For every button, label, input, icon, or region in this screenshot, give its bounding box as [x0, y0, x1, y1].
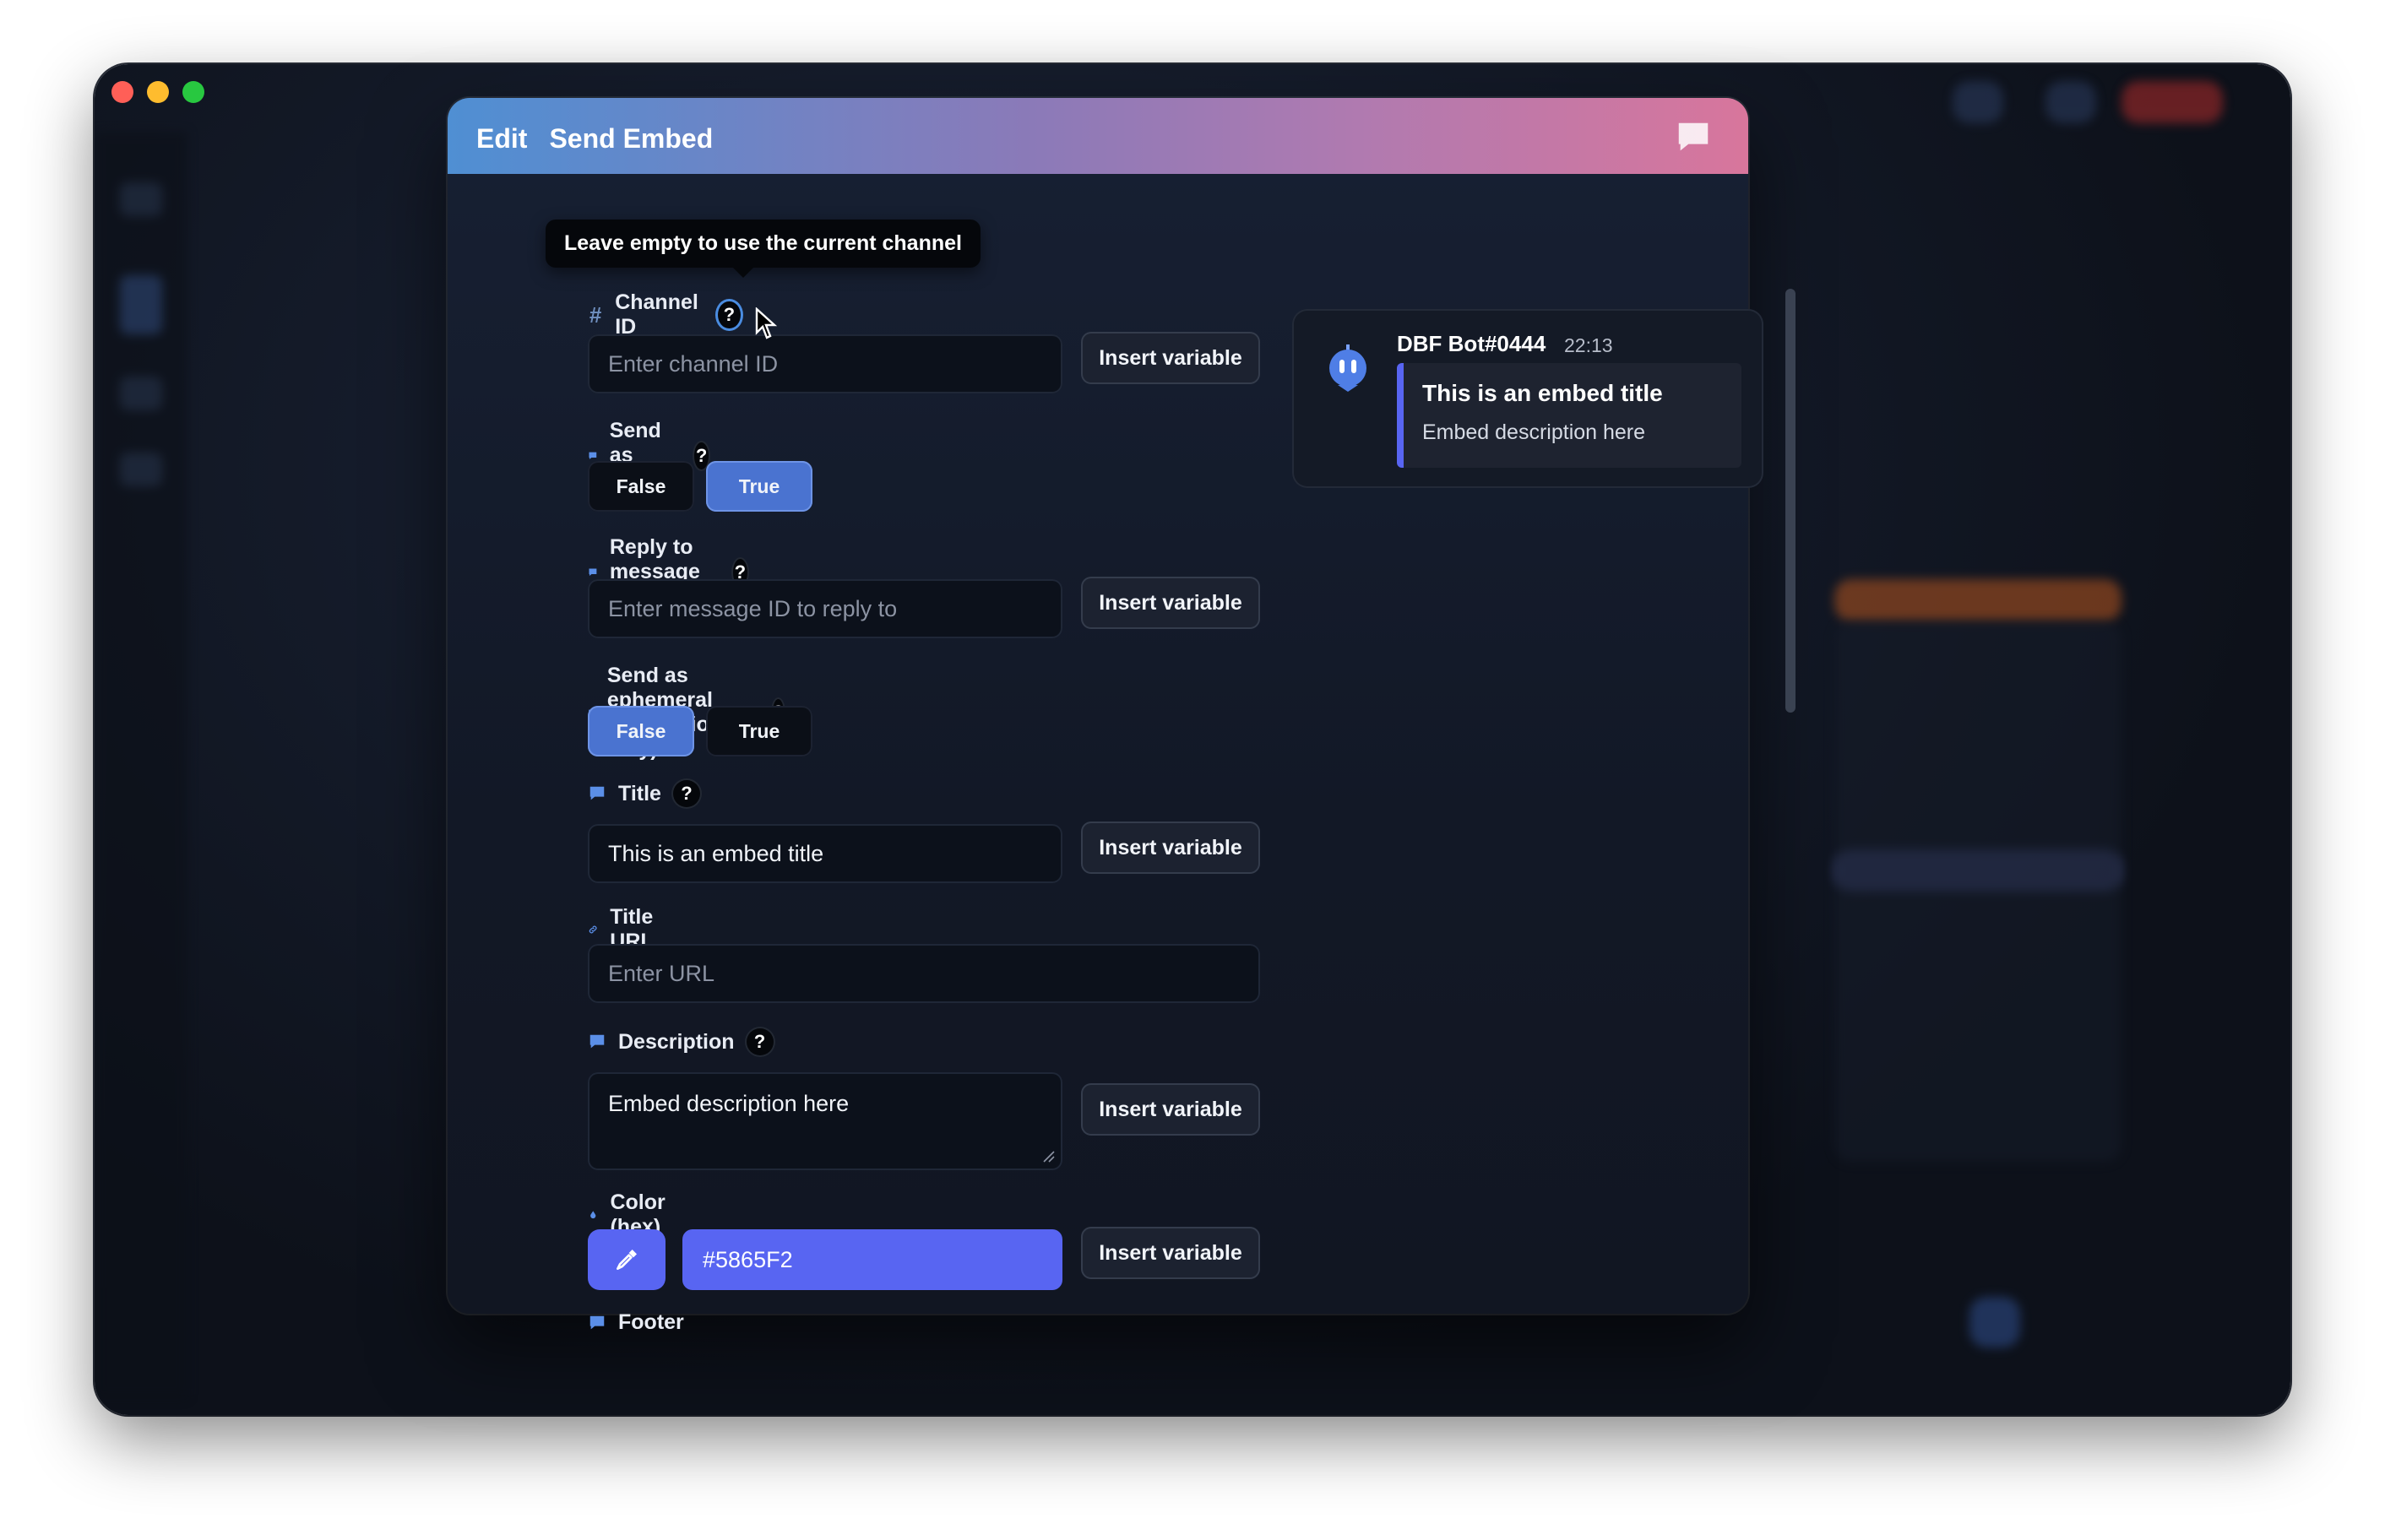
- embed-preview-card: DBF Bot#0444 22:13 This is an embed titl…: [1292, 309, 1763, 488]
- title-insert-variable-button[interactable]: Insert variable: [1081, 822, 1260, 874]
- droplet-icon: [590, 1211, 596, 1219]
- background-node: [1834, 579, 2122, 621]
- send-as-reply-true-toggle[interactable]: True: [706, 461, 812, 512]
- chat-bubble-icon: [589, 1315, 605, 1329]
- close-window-button[interactable]: [111, 81, 133, 103]
- modal-title-action: Edit: [476, 123, 528, 154]
- maximize-window-button[interactable]: [182, 81, 204, 103]
- chat-bubble-icon: [589, 1034, 605, 1049]
- reply-message-id-insert-variable-button[interactable]: Insert variable: [1081, 577, 1260, 629]
- modal-title: Edit Send Embed: [476, 123, 735, 155]
- send-as-reply-false-toggle[interactable]: False: [588, 461, 694, 512]
- mouse-cursor-icon: [755, 307, 777, 339]
- channel-id-insert-variable-button[interactable]: Insert variable: [1081, 332, 1260, 384]
- channel-id-tooltip: Leave empty to use the current channel: [546, 220, 981, 278]
- color-picker-button[interactable]: [588, 1229, 666, 1290]
- ephemeral-false-toggle[interactable]: False: [588, 706, 694, 756]
- modal-header: Edit Send Embed: [448, 98, 1748, 174]
- channel-id-input[interactable]: Enter channel ID: [588, 334, 1062, 393]
- color-hex-input[interactable]: #5865F2: [682, 1229, 1062, 1290]
- reply-message-id-input[interactable]: Enter message ID to reply to: [588, 579, 1062, 638]
- bot-name: DBF Bot#0444: [1397, 331, 1546, 356]
- minimize-window-button[interactable]: [147, 81, 169, 103]
- modal-scrollbar[interactable]: [1785, 289, 1796, 713]
- title-label: Title ?: [588, 780, 700, 807]
- modal-title-name: Send Embed: [549, 123, 714, 154]
- footer-label: Footer: [588, 1310, 684, 1335]
- channel-id-help-icon[interactable]: ?: [718, 301, 741, 328]
- description-textarea[interactable]: Embed description here: [588, 1072, 1062, 1170]
- bot-avatar-icon: [1329, 344, 1366, 392]
- background-header-button: [2122, 81, 2223, 123]
- resize-handle-icon[interactable]: [1042, 1150, 1056, 1163]
- footer-label-text: Footer: [618, 1310, 684, 1334]
- background-panel-button: [1969, 1297, 2020, 1348]
- description-label: Description ?: [588, 1028, 774, 1055]
- message-time: 22:13: [1564, 334, 1613, 356]
- send-as-reply-help-icon[interactable]: ?: [694, 442, 709, 469]
- description-help-icon[interactable]: ?: [746, 1028, 774, 1055]
- chat-bubble-icon: [589, 786, 605, 800]
- title-input[interactable]: This is an embed title: [588, 824, 1062, 883]
- title-url-input[interactable]: Enter URL: [588, 944, 1260, 1003]
- background-sidebar: [95, 132, 187, 1398]
- color-insert-variable-button[interactable]: Insert variable: [1081, 1227, 1260, 1279]
- link-icon: [589, 925, 597, 934]
- description-label-text: Description: [618, 1029, 735, 1054]
- title-label-text: Title: [618, 781, 661, 805]
- title-help-icon[interactable]: ?: [672, 780, 700, 807]
- background-header-button: [1953, 81, 2003, 123]
- embed-title: This is an embed title: [1422, 380, 1663, 406]
- description-insert-variable-button[interactable]: Insert variable: [1081, 1083, 1260, 1136]
- chat-bubble-icon: [1678, 122, 1709, 151]
- ephemeral-true-toggle[interactable]: True: [706, 706, 812, 756]
- background-header-button: [2045, 81, 2096, 123]
- channel-id-label: # Channel ID ?: [588, 290, 741, 339]
- embed-box: This is an embed title Embed description…: [1397, 363, 1741, 468]
- embed-description: Embed description here: [1422, 420, 1646, 444]
- hash-icon: #: [589, 301, 602, 328]
- channel-id-label-text: Channel ID: [615, 290, 698, 339]
- eyedropper-icon: [617, 1250, 637, 1270]
- background-panel: [1834, 621, 2122, 1162]
